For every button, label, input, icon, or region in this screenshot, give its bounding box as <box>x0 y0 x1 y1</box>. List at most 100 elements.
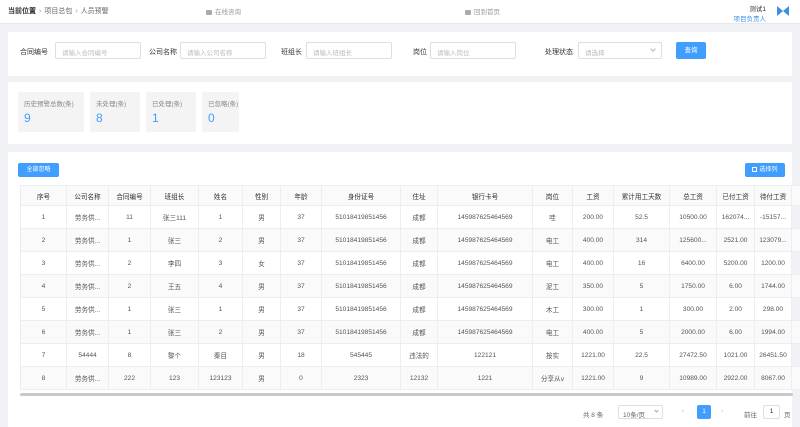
table-cell: 298.00 <box>754 297 792 321</box>
row-actions <box>791 274 800 298</box>
post-input[interactable]: 请输入岗位 <box>430 42 516 59</box>
table-cell: 6 <box>20 320 67 344</box>
table-cell: 1 <box>108 320 151 344</box>
table-cell: 1221 <box>437 366 533 390</box>
leader-input[interactable]: 请输入班组长 <box>306 42 392 59</box>
ignore-all-button[interactable]: 全部忽略 <box>18 163 59 177</box>
table-row: 3 劳务供... 2 李四 3 女 37 51018419851456 成都 1459876254… <box>20 251 800 275</box>
table-cell: 2521.00 <box>716 228 755 252</box>
contract-input[interactable]: 请输入合同编号 <box>55 42 141 59</box>
table-cell: 劳务供... <box>66 297 109 321</box>
post-label: 岗位 <box>413 49 427 56</box>
table-cell: 1750.00 <box>669 274 717 298</box>
table-cell: 劳务供... <box>66 320 109 344</box>
prev-page-button[interactable]: ‹ <box>677 405 689 419</box>
table-cell: 男 <box>242 343 281 367</box>
table-cell: 10500.00 <box>669 205 717 229</box>
table-cell: 违法的 <box>400 343 438 367</box>
table-cell: 10989.00 <box>669 366 717 390</box>
home-link[interactable]: 回到首页 <box>465 6 500 16</box>
breadcrumb-item-project[interactable]: 项目总包 <box>44 8 72 15</box>
row-actions <box>791 343 800 367</box>
table-cell: 男 <box>242 228 281 252</box>
goto-label: 前往 <box>744 412 757 419</box>
table-cell: 51018419851456 <box>321 297 401 321</box>
table-cell: 劳务供... <box>66 274 109 298</box>
table-row: 6 劳务供... 1 张三 2 男 37 51018419851456 成都 1459876254… <box>20 320 800 344</box>
table-cell: 男 <box>242 205 281 229</box>
table-cell: 145987625464569 <box>437 274 533 298</box>
company-input[interactable]: 请输入公司名称 <box>180 42 266 59</box>
breadcrumb: 当前位置 › 项目总包 › 人员预警 <box>8 8 109 15</box>
table-cell: 电工 <box>532 228 573 252</box>
table-cell: 122121 <box>437 343 533 367</box>
current-page-button[interactable]: 1 <box>697 405 711 419</box>
table-cell: 2 <box>108 274 151 298</box>
column-header: 合同编号 <box>108 185 151 206</box>
table-cell: 16 <box>613 251 670 275</box>
table-cell: 300.00 <box>572 297 614 321</box>
table-cell: 男 <box>242 366 281 390</box>
column-header: 银行卡号 <box>437 185 533 206</box>
table-cell: 劳务供... <box>66 205 109 229</box>
table-cell: 54444 <box>66 343 109 367</box>
table-cell: 37 <box>280 320 322 344</box>
table-cell: 145987625464569 <box>437 251 533 275</box>
contract-label: 合同编号 <box>20 49 48 56</box>
goto-page-input[interactable]: 1 <box>763 405 780 419</box>
online-consult-link[interactable]: 在线咨询 <box>206 6 241 16</box>
status-select[interactable]: 请选择 <box>578 42 662 59</box>
table-cell: 18 <box>280 343 322 367</box>
table-cell: 7 <box>20 343 67 367</box>
table-cell: 145987625464569 <box>437 320 533 344</box>
table-cell: 成都 <box>400 251 438 275</box>
row-actions <box>791 205 800 229</box>
table-header-row: 序号 公司名称 合同编号 班组长 姓名 性别 年龄 身份证号 住址 银行卡号 岗位 工资 累计用工天数总… <box>20 185 800 206</box>
table-cell: 2 <box>108 251 151 275</box>
table-cell: 1744.00 <box>754 274 792 298</box>
filter-panel: 合同编号 请输入合同编号 公司名称 请输入公司名称 班组长 请输入班组长 岗位 … <box>8 32 792 76</box>
table-cell: 5200.00 <box>716 251 755 275</box>
table-cell: 26451.50 <box>754 343 792 367</box>
column-header: 身份证号 <box>321 185 401 206</box>
table-cell: 1 <box>108 297 151 321</box>
table-cell: 木工 <box>532 297 573 321</box>
top-bar: 当前位置 › 项目总包 › 人员预警 在线咨询 回到首页 测试1 项目负责人 <box>0 0 800 24</box>
table-panel: 全部忽略 选择列 序号 公司名称 合同编号 班组长 姓名 性别 年龄 身份证号 住址 银行卡号 岗位… <box>8 152 800 427</box>
user-name: 测试1 <box>749 6 766 13</box>
stats-panel: 历史预警总数(条) 9 未处理(条) 8 已处理(条) 1 已忽略(条) 0 <box>8 82 792 144</box>
table-row: 2 劳务供... 1 张三 2 男 37 51018419851456 成都 1459876254… <box>20 228 800 252</box>
table-cell: 成都 <box>400 274 438 298</box>
table-cell: 0 <box>280 366 322 390</box>
next-page-button[interactable]: › <box>716 405 728 419</box>
user-info[interactable]: 测试1 项目负责人 <box>734 3 767 23</box>
table-cell: 9 <box>613 366 670 390</box>
chevron-down-icon <box>650 46 656 52</box>
table-cell: 1 <box>613 297 670 321</box>
page-size-select[interactable]: 10条/页 <box>618 405 663 419</box>
column-header: 操作 <box>791 185 800 206</box>
table-cell: 1 <box>198 297 243 321</box>
table-cell: 6.00 <box>716 320 755 344</box>
table-cell: 李四 <box>150 251 199 275</box>
table-cell: 51018419851456 <box>321 274 401 298</box>
table-cell: 男 <box>242 320 281 344</box>
table-cell: 27472.50 <box>669 343 717 367</box>
table-cell: 成都 <box>400 320 438 344</box>
horizontal-scrollbar[interactable] <box>20 393 793 396</box>
company-label: 公司名称 <box>149 49 177 56</box>
page-unit-label: 页 <box>784 412 791 419</box>
column-header: 岗位 <box>532 185 573 206</box>
breadcrumb-item-personnel-warning[interactable]: 人员预警 <box>81 8 109 15</box>
table-cell: 泥工 <box>532 274 573 298</box>
table-cell: 123079... <box>754 228 792 252</box>
user-role: 项目负责人 <box>733 16 767 23</box>
query-button[interactable]: 查询 <box>676 42 706 59</box>
stat-card-ignored: 已忽略(条) 0 <box>202 92 239 132</box>
table-cell: 2000.00 <box>669 320 717 344</box>
select-columns-button[interactable]: 选择列 <box>745 163 785 177</box>
table-row: 5 劳务供... 1 张三 1 男 37 51018419851456 成都 1459876254… <box>20 297 800 321</box>
table-cell: 22.5 <box>613 343 670 367</box>
table-cell: 3 <box>20 251 67 275</box>
column-header: 姓名 <box>198 185 243 206</box>
